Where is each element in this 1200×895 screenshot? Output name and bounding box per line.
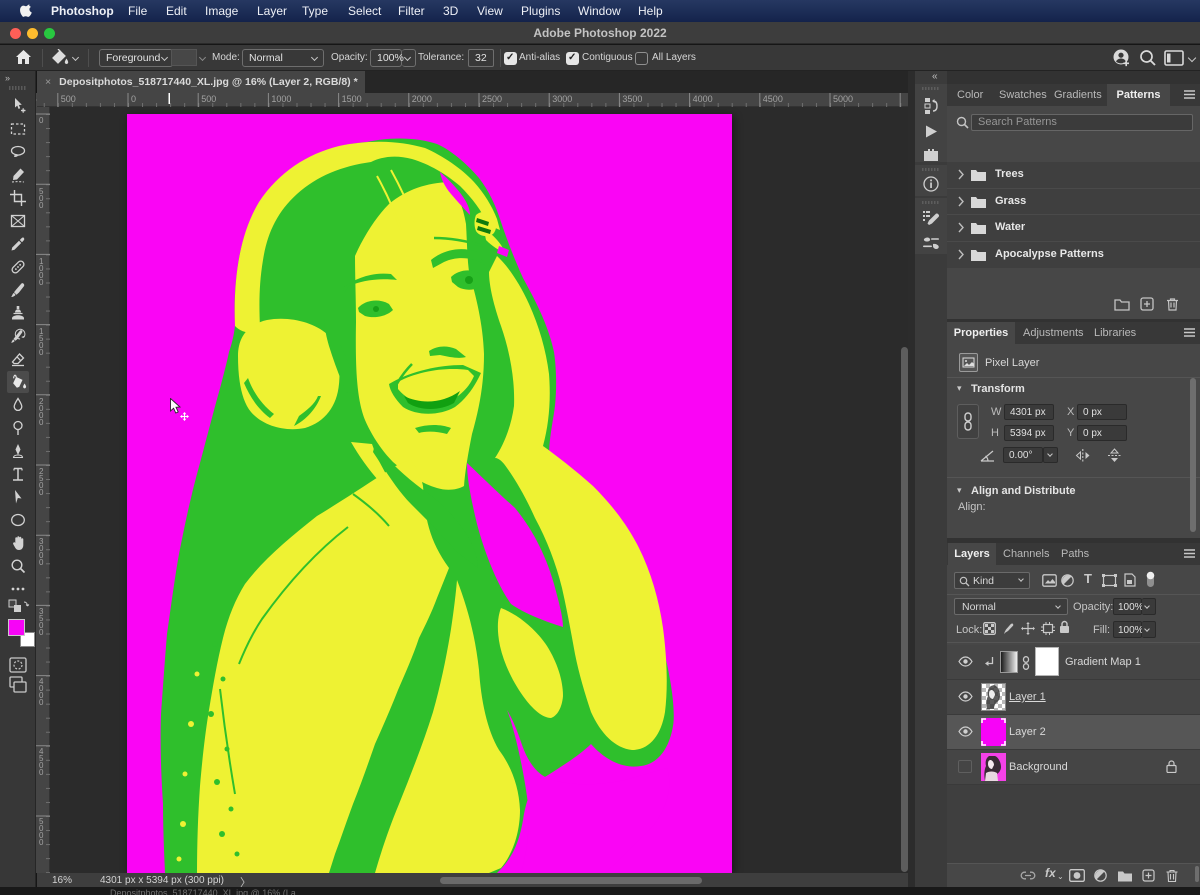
svg-text:2000: 2000: [412, 94, 432, 104]
svg-text:3000: 3000: [552, 94, 572, 104]
svg-text:4000: 4000: [693, 94, 713, 104]
svg-text:2000: 2000: [39, 397, 44, 427]
svg-text:5000: 5000: [39, 817, 44, 847]
svg-text:2500: 2500: [39, 467, 44, 497]
svg-text:3000: 3000: [39, 537, 44, 567]
svg-text:1500: 1500: [39, 327, 44, 357]
svg-text:500: 500: [61, 94, 76, 104]
svg-text:4500: 4500: [39, 747, 44, 777]
svg-text:0: 0: [39, 116, 44, 125]
svg-text:2500: 2500: [482, 94, 502, 104]
svg-text:0: 0: [131, 94, 136, 104]
svg-text:500: 500: [39, 187, 44, 210]
svg-text:5000: 5000: [833, 94, 853, 104]
svg-text:4500: 4500: [763, 94, 783, 104]
svg-text:1000: 1000: [39, 257, 44, 287]
svg-text:3500: 3500: [622, 94, 642, 104]
svg-text:4000: 4000: [39, 677, 44, 707]
svg-text:1500: 1500: [342, 94, 362, 104]
svg-text:3500: 3500: [39, 607, 44, 637]
svg-text:500: 500: [201, 94, 216, 104]
svg-text:1000: 1000: [271, 94, 291, 104]
